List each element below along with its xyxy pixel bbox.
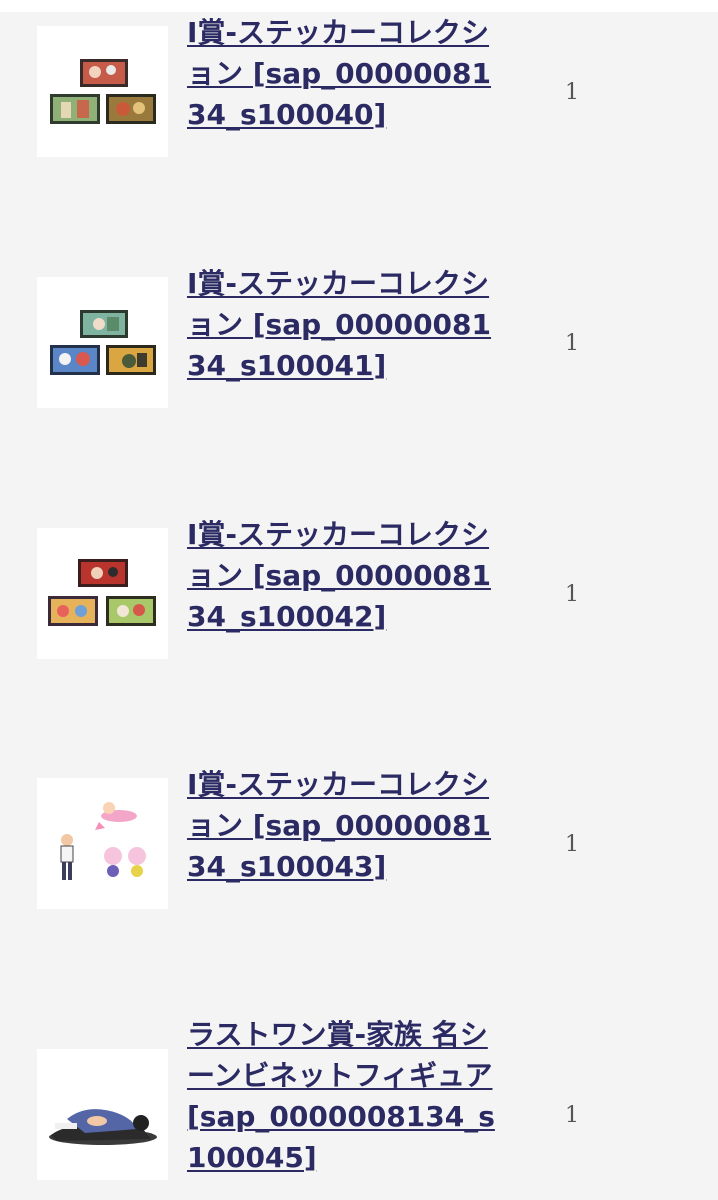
top-strip (0, 0, 718, 12)
product-name-link[interactable]: I賞-ステッカーコレクション [sap_0000008134_s100043] (187, 764, 502, 887)
quantity-value: 1 (565, 331, 579, 356)
product-name-link[interactable]: ラストワン賞-家族 名シーンビネットフィギュア [sap_0000008134_… (187, 1014, 502, 1178)
sticker-collection-image[interactable] (37, 528, 168, 659)
sticker-collection-image[interactable] (37, 26, 168, 157)
product-name-link[interactable]: I賞-ステッカーコレクション [sap_0000008134_s100041] (187, 263, 502, 386)
product-name-link[interactable]: I賞-ステッカーコレクション [sap_0000008134_s100042] (187, 514, 502, 637)
figure-image[interactable] (37, 1049, 168, 1180)
sticker-character-image[interactable] (37, 778, 168, 909)
quantity-value: 1 (565, 1103, 579, 1128)
quantity-value: 1 (565, 582, 579, 607)
product-name-link[interactable]: I賞-ステッカーコレクション [sap_0000008134_s100040] (187, 12, 502, 135)
quantity-value: 1 (565, 832, 579, 857)
quantity-value: 1 (565, 80, 579, 105)
sticker-collection-image[interactable] (37, 277, 168, 408)
